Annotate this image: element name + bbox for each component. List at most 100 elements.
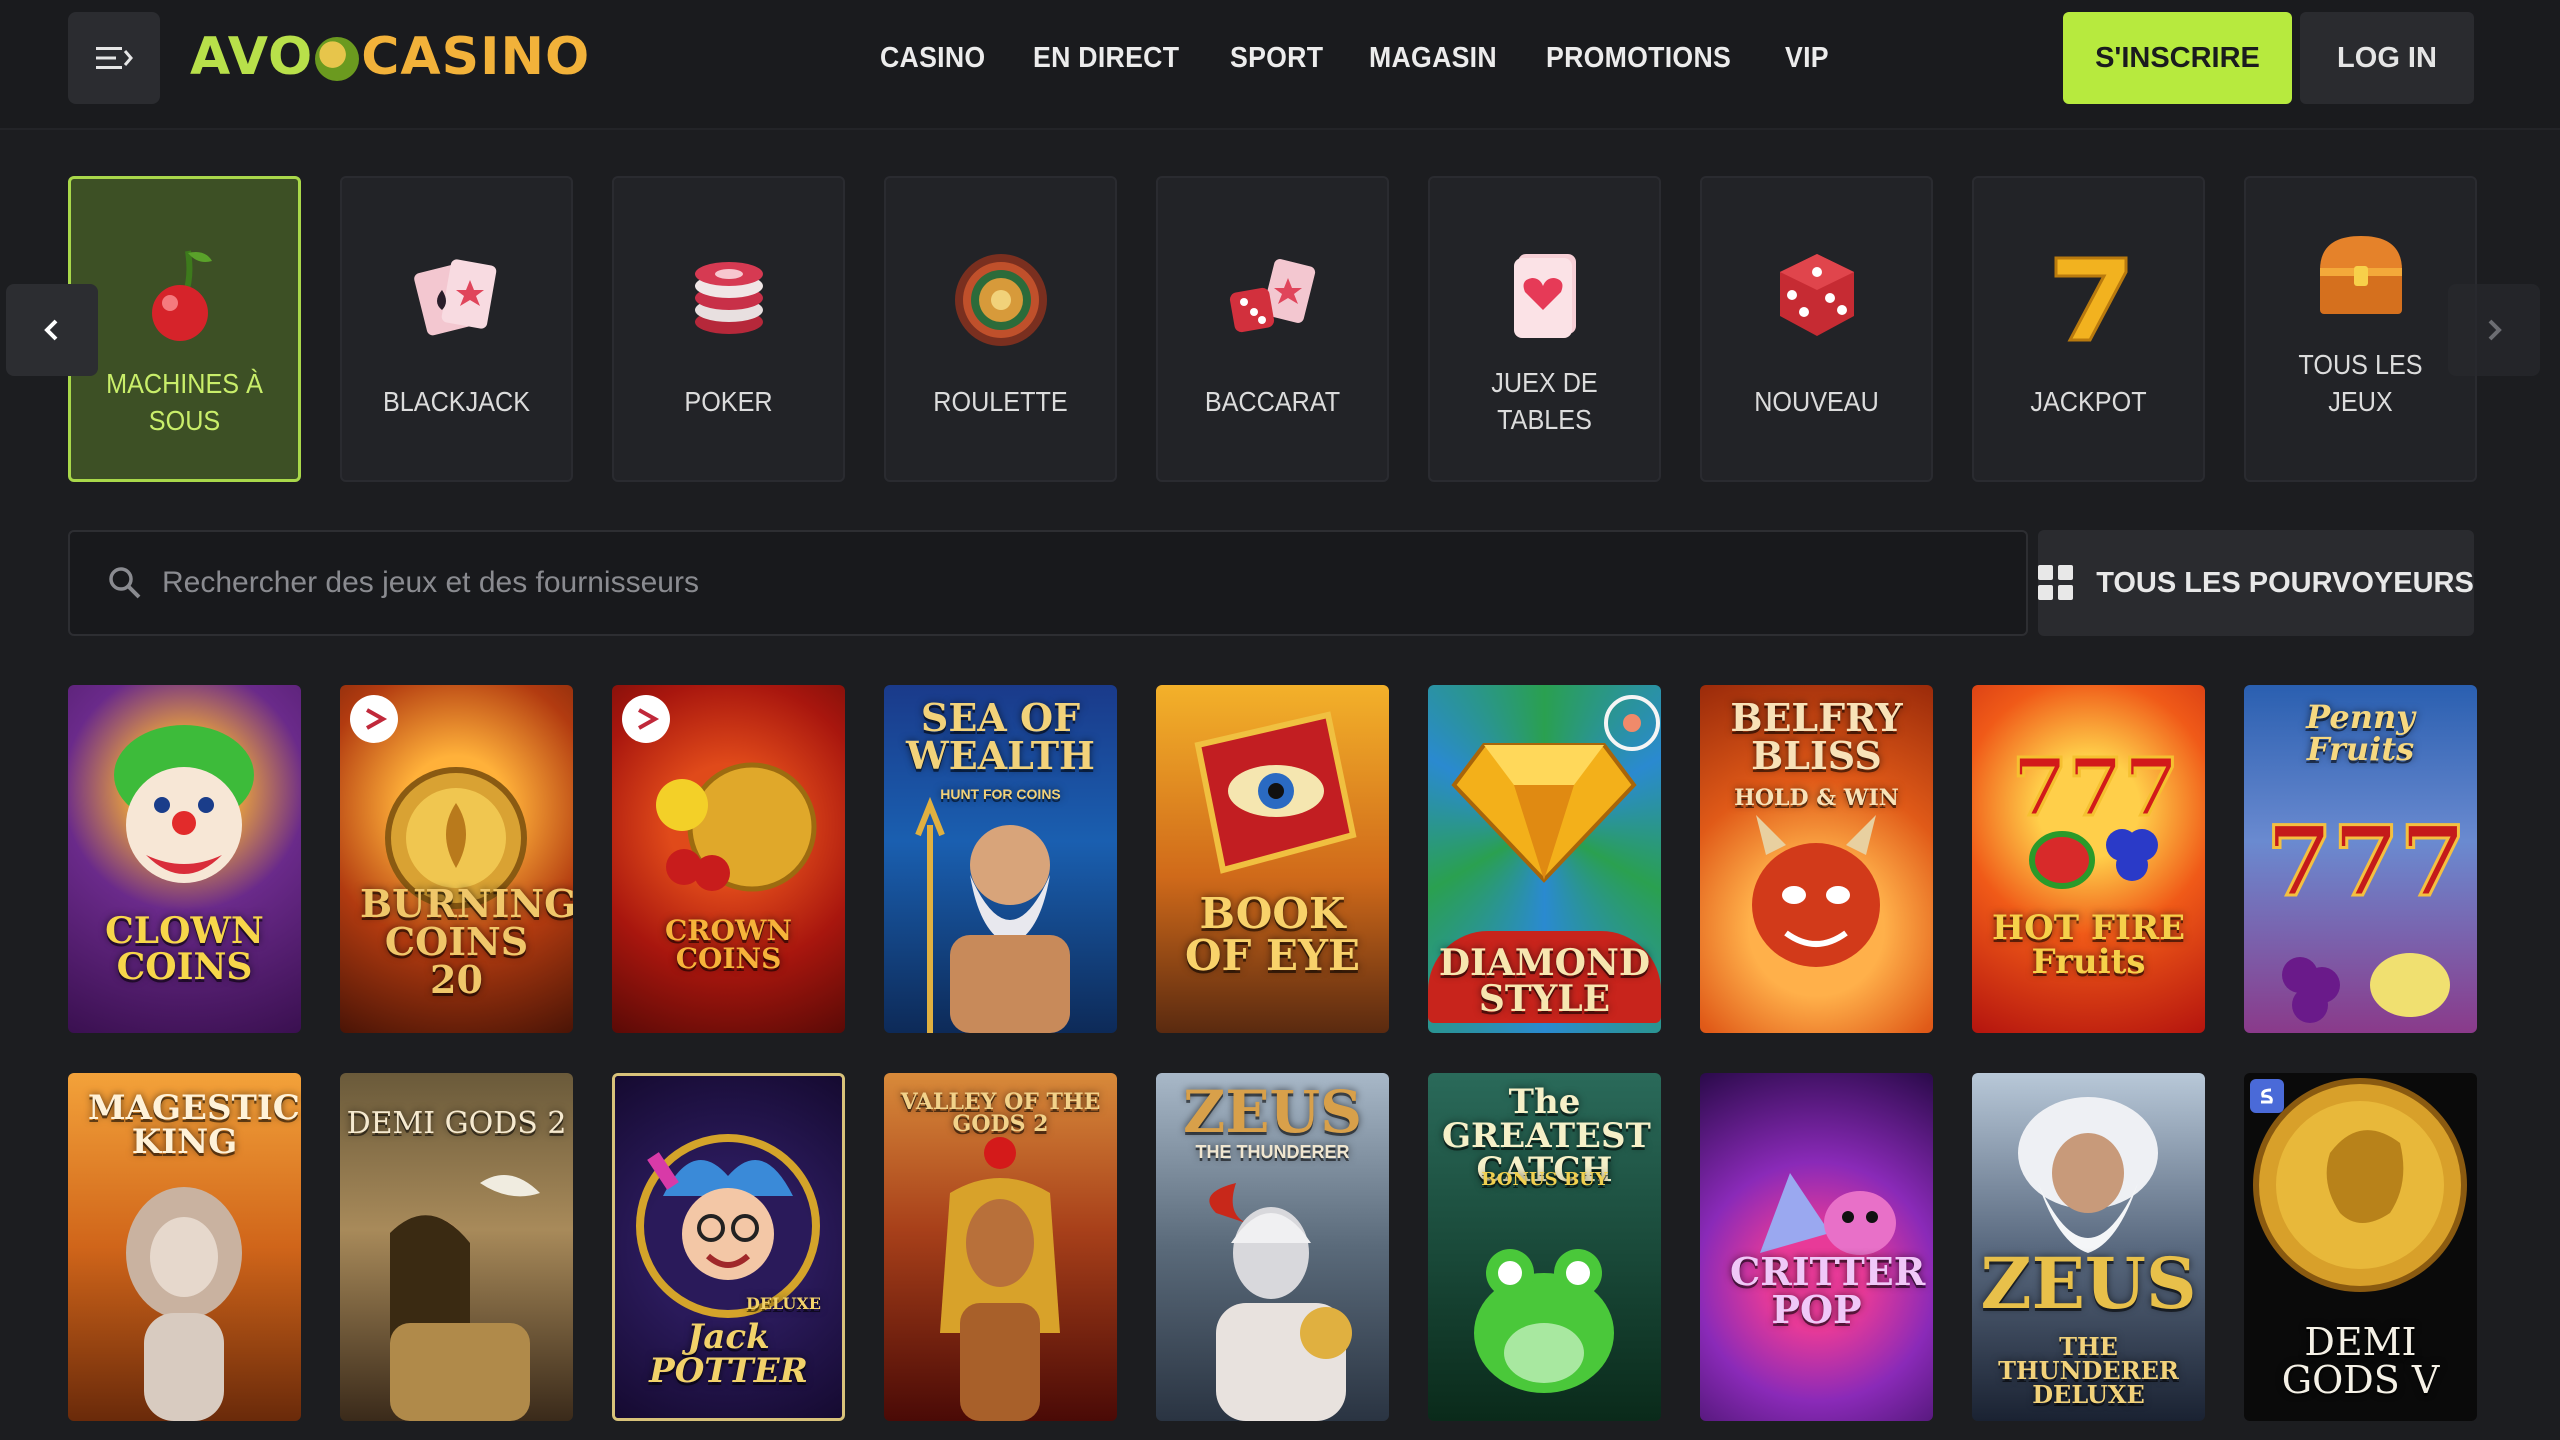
lion-illustration bbox=[126, 1187, 242, 1421]
svg-text:777: 777 bbox=[2266, 805, 2460, 918]
provider-logo-icon bbox=[638, 708, 660, 730]
provider-badge bbox=[622, 695, 670, 743]
sevens-illustration: 777 bbox=[2265, 804, 2460, 1023]
login-button[interactable]: LOG IN bbox=[2300, 12, 2474, 104]
category-table-games[interactable]: JUEX DE TABLES bbox=[1428, 176, 1661, 482]
goddess-illustration bbox=[390, 1175, 540, 1421]
game-tile[interactable]: BOOK OF EYE bbox=[1156, 685, 1389, 1033]
category-label: POKER bbox=[684, 385, 773, 417]
game-title: BOOK OF EYE bbox=[1184, 889, 1361, 980]
game-title: ZEUS bbox=[1980, 1242, 2197, 1325]
game-tile[interactable]: BURNING COINS 20 bbox=[340, 685, 573, 1033]
game-tile[interactable]: VALLEY OF THE GODS 2 bbox=[884, 1073, 1117, 1421]
game-tile[interactable]: The GREATEST CATCH BONUS BUY bbox=[1428, 1073, 1661, 1421]
game-title: Penny Fruits bbox=[2306, 698, 2415, 768]
game-title: CRITTER POP bbox=[1730, 1249, 1926, 1332]
logo-casino: CASINO bbox=[361, 27, 591, 87]
nav-en-direct[interactable]: EN DIRECT bbox=[1033, 42, 1179, 75]
signup-button[interactable]: S'INSCRIRE bbox=[2063, 12, 2292, 104]
category-poker[interactable]: POKER bbox=[612, 176, 845, 482]
category-label: JUEX DE TABLES bbox=[1491, 367, 1598, 435]
logo-avo: AVO bbox=[190, 27, 314, 87]
heart-card-icon bbox=[1513, 254, 1576, 338]
clown-illustration bbox=[114, 725, 254, 883]
chips-icon bbox=[694, 262, 763, 334]
category-carousel: MACHINES À SOUS BLACKJACK POKER ROULETTE… bbox=[0, 176, 2560, 482]
game-title: BURNING COINS 20 bbox=[360, 881, 573, 1002]
nav-magasin[interactable]: MAGASIN bbox=[1369, 42, 1497, 75]
roulette-icon bbox=[954, 254, 1047, 346]
category-label: ROULETTE bbox=[933, 385, 1068, 417]
category-all-games[interactable]: TOUS LES JEUX bbox=[2244, 176, 2477, 482]
nav-sport[interactable]: SPORT bbox=[1230, 42, 1323, 75]
game-subtitle: DELUXE bbox=[745, 1294, 821, 1313]
game-tile[interactable]: DEMI GODS 2 bbox=[340, 1073, 573, 1421]
game-tile[interactable]: Jack POTTER DELUXE bbox=[612, 1073, 845, 1421]
game-subtitle: BONUS BUY bbox=[1481, 1169, 1608, 1190]
category-baccarat[interactable]: BACCARAT bbox=[1156, 176, 1389, 482]
category-label: BLACKJACK bbox=[382, 385, 531, 417]
nav-casino[interactable]: CASINO bbox=[880, 42, 985, 75]
game-tile[interactable]: 777 HOT FIRE Fruits bbox=[1972, 685, 2205, 1033]
game-tile[interactable]: SEA OF WEALTH HUNT FOR COINS bbox=[884, 685, 1117, 1033]
svg-text:777: 777 bbox=[2012, 740, 2179, 834]
avocasino-logo[interactable]: AVO CASINO bbox=[190, 22, 590, 92]
provider-badge bbox=[350, 695, 398, 743]
nav-vip[interactable]: VIP bbox=[1785, 42, 1829, 75]
dice-card-icon bbox=[1229, 259, 1315, 333]
category-new[interactable]: NOUVEAU bbox=[1700, 176, 1933, 482]
game-tile[interactable]: MAGESTIC KING bbox=[68, 1073, 301, 1421]
search-bar bbox=[68, 530, 2028, 636]
dice-icon bbox=[1779, 254, 1854, 336]
game-title: DEMI GODS V bbox=[2281, 1320, 2440, 1402]
egyptian-queen-illustration bbox=[940, 1137, 1060, 1421]
cherry-icon bbox=[151, 250, 212, 341]
game-subtitle: HOLD & WIN bbox=[1734, 785, 1899, 811]
category-blackjack[interactable]: BLACKJACK bbox=[340, 176, 573, 482]
top-header: AVO CASINO CASINO EN DIRECT SPORT MAGASI… bbox=[0, 0, 2560, 130]
search-icon bbox=[109, 567, 141, 599]
game-subtitle: HUNT FOR COINS bbox=[940, 786, 1061, 802]
game-title: CROWN COINS bbox=[665, 914, 792, 975]
frog-illustration bbox=[1474, 1249, 1614, 1393]
crown-coin-illustration bbox=[656, 762, 817, 892]
game-tile[interactable]: DIAMOND STYLE bbox=[1428, 685, 1661, 1033]
game-subtitle: THE THUNDERER DELUXE bbox=[1998, 1332, 2179, 1409]
nav-promotions[interactable]: PROMOTIONS bbox=[1546, 42, 1731, 75]
provider-logo-icon bbox=[366, 708, 388, 730]
provider-badge bbox=[1604, 695, 1660, 751]
game-title: Jack POTTER bbox=[649, 1317, 808, 1391]
all-providers-button[interactable]: TOUS LES POURVOYEURS bbox=[2038, 530, 2474, 636]
category-jackpot[interactable]: JACKPOT bbox=[1972, 176, 2205, 482]
carousel-prev-button[interactable] bbox=[6, 284, 98, 376]
game-title: HOT FIRE Fruits bbox=[1991, 908, 2186, 982]
menu-icon bbox=[96, 47, 133, 69]
book-eye-illustration bbox=[1194, 711, 1357, 874]
game-tile[interactable]: 777 Penny Fruits bbox=[2244, 685, 2477, 1033]
category-label: TOUS LES JEUX bbox=[2298, 349, 2423, 417]
game-tile[interactable]: CROWN COINS bbox=[612, 685, 845, 1033]
game-title: ZEUS bbox=[1182, 1078, 1362, 1146]
menu-toggle-button[interactable] bbox=[68, 12, 160, 104]
game-tile[interactable]: DEMI GODS V bbox=[2244, 1073, 2477, 1421]
grid-icon bbox=[2038, 565, 2074, 600]
category-label: NOUVEAU bbox=[1754, 385, 1879, 417]
search-input[interactable] bbox=[160, 532, 1984, 634]
category-slots[interactable]: MACHINES À SOUS bbox=[68, 176, 301, 482]
game-tile[interactable]: ZEUS THE THUNDERER bbox=[1156, 1073, 1389, 1421]
category-label: JACKPOT bbox=[2030, 385, 2147, 417]
game-tile[interactable]: CRITTER POP bbox=[1700, 1073, 1933, 1421]
target-icon bbox=[1623, 714, 1641, 732]
game-title: BELFRY BLISS bbox=[1730, 695, 1903, 778]
cards-icon bbox=[413, 259, 496, 336]
avocado-icon bbox=[315, 37, 360, 81]
game-title: SEA OF WEALTH bbox=[906, 695, 1095, 778]
game-tile[interactable]: BELFRY BLISS HOLD & WIN bbox=[1700, 685, 1933, 1033]
category-label: MACHINES À SOUS bbox=[106, 368, 263, 436]
carousel-next-button[interactable] bbox=[2448, 284, 2540, 376]
category-roulette[interactable]: ROULETTE bbox=[884, 176, 1117, 482]
fruits-illustration: 777 bbox=[2011, 739, 2181, 889]
game-tile[interactable]: ZEUS THE THUNDERER DELUXE bbox=[1972, 1073, 2205, 1421]
chevron-right-icon bbox=[2488, 319, 2502, 341]
game-tile[interactable]: CLOWN COINS bbox=[68, 685, 301, 1033]
